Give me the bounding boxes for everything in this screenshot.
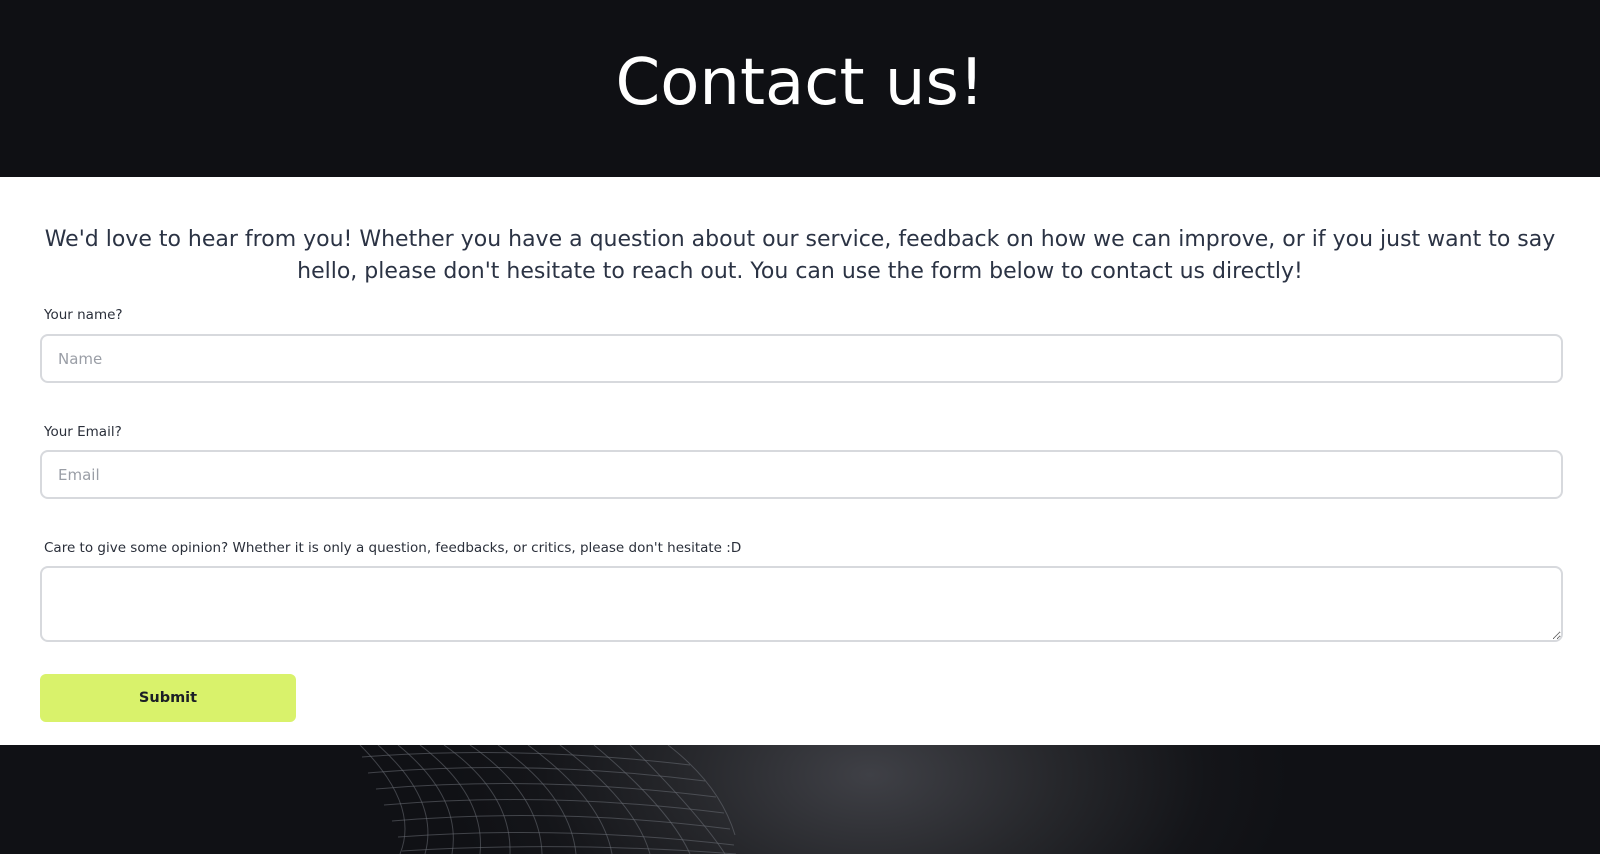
email-label: Your Email?: [44, 424, 122, 440]
page-footer: [0, 745, 1600, 854]
intro-text: We'd love to hear from you! Whether you …: [44, 227, 1556, 284]
name-input[interactable]: [40, 334, 1563, 383]
name-label: Your name?: [44, 307, 123, 323]
submit-button[interactable]: Submit: [40, 674, 296, 722]
email-input[interactable]: [40, 450, 1563, 499]
opinion-label: Care to give some opinion? Whether it is…: [44, 540, 742, 556]
page-title: Contact us!: [615, 45, 985, 120]
page-header: Contact us!: [0, 0, 1600, 177]
wireframe-mesh-graphic: [359, 745, 737, 854]
opinion-textarea[interactable]: [40, 566, 1563, 642]
